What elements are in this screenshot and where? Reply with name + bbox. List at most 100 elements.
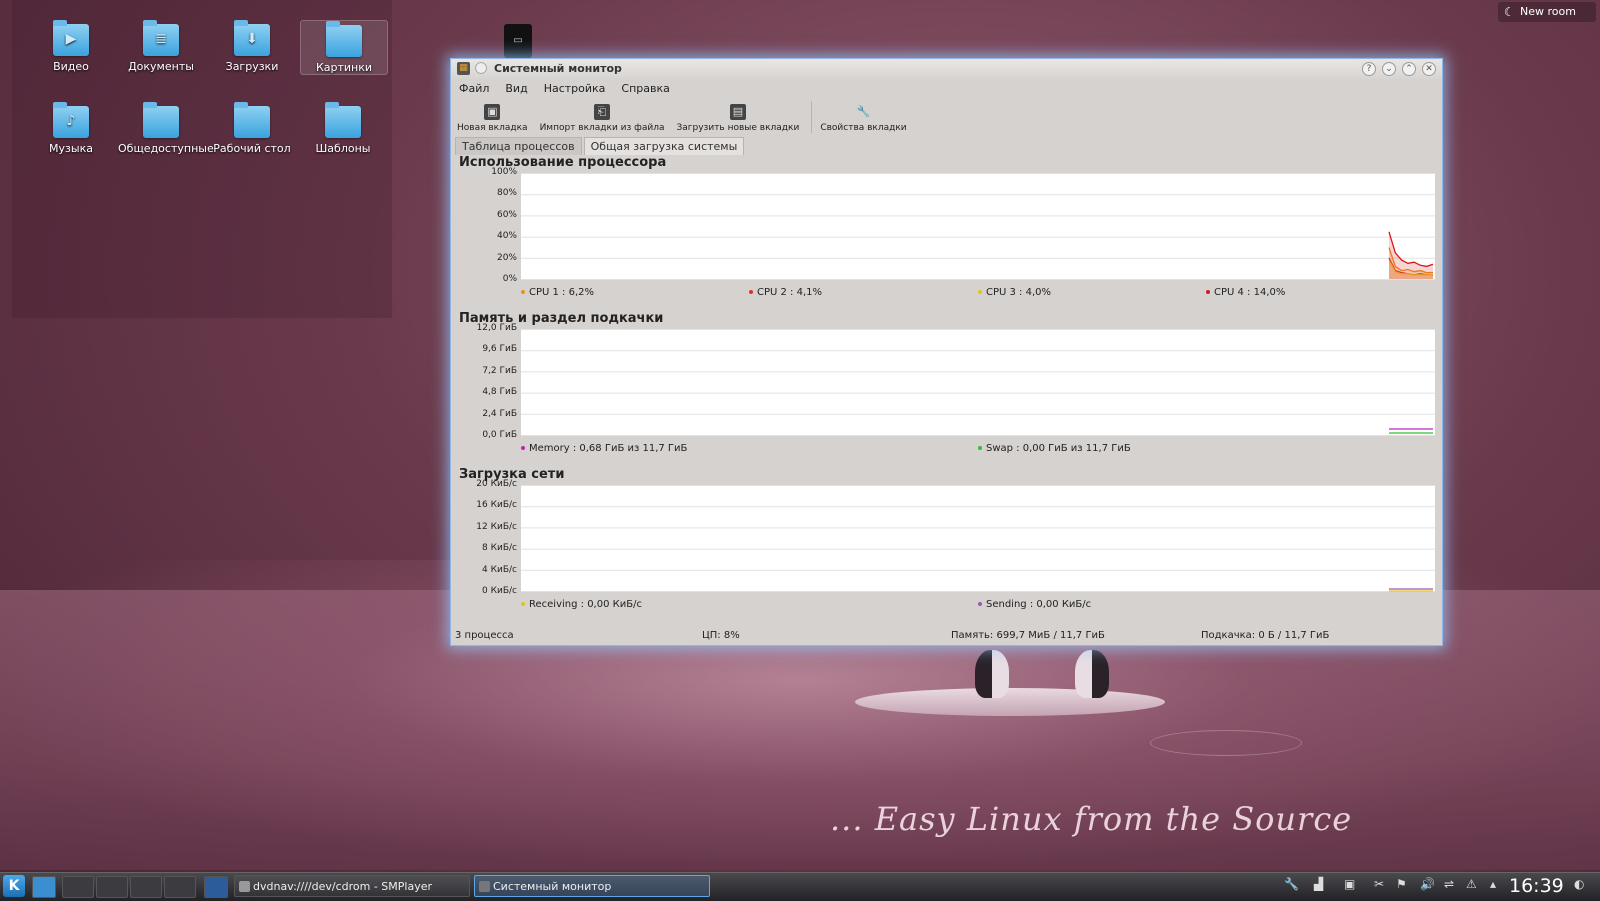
panel-toolbox-icon[interactable]: ◐ xyxy=(1574,877,1584,891)
memory-legend: Memory : 0,68 ГиБ из 11,7 ГиБ Swap : 0,0… xyxy=(521,443,1435,457)
tab-process-table[interactable]: Таблица процессов xyxy=(455,137,582,155)
import-tab-label: Импорт вкладки из файла xyxy=(539,123,665,133)
y-tick-label: 12 КиБ/с xyxy=(476,521,517,532)
application-launcher-button[interactable]: K xyxy=(3,875,25,897)
desktop-icon-label: Общедоступные xyxy=(118,142,214,155)
legend-cpu3: CPU 3 : 4,0% xyxy=(978,287,1051,298)
cpu-chart xyxy=(521,173,1435,280)
desktop-icon-1[interactable]: ▶ Видео xyxy=(28,20,114,73)
maximize-button[interactable]: ⌃ xyxy=(1402,62,1416,76)
cpu-legend: CPU 1 : 6,2% CPU 2 : 4,1% CPU 3 : 4,0% C… xyxy=(521,287,1435,301)
menu-settings[interactable]: Настройка xyxy=(544,82,606,95)
desktop-icon-4[interactable]: Картинки xyxy=(300,20,388,75)
minimize-button[interactable]: ⌄ xyxy=(1382,62,1396,76)
desktop-icon-5[interactable]: ♪ Музыка xyxy=(28,102,114,155)
download-tabs-button[interactable]: ▤ Загрузить новые вкладки xyxy=(677,104,799,135)
tab-properties-label: Свойства вкладки xyxy=(820,123,907,133)
desktop-icon-6[interactable]: Общедоступные xyxy=(118,102,214,155)
folder-icon xyxy=(234,102,270,138)
legend-memory: Memory : 0,68 ГиБ из 11,7 ГиБ xyxy=(521,443,687,454)
wallpaper-penguin xyxy=(1075,650,1109,698)
activity-name: New room xyxy=(1520,5,1576,18)
activity-switcher[interactable]: ☾ New room xyxy=(1498,2,1596,22)
task-system-monitor-label: Системный монитор xyxy=(493,880,612,893)
wallpaper-ripple xyxy=(1150,730,1302,756)
desktop-icon-2[interactable]: ≣ Документы xyxy=(118,20,204,73)
new-tab-icon: ▣ xyxy=(484,104,501,120)
volume-icon[interactable]: 🔊 xyxy=(1420,877,1435,891)
cpu2-dot xyxy=(749,290,753,294)
folder-icon xyxy=(143,102,179,138)
status-bar: 3 процесса ЦП: 8% Память: 699,7 МиБ / 11… xyxy=(451,627,1442,645)
menu-file[interactable]: Файл xyxy=(459,82,489,95)
clipboard-tray-icon[interactable]: ✂ xyxy=(1374,877,1384,891)
task-smplayer[interactable]: dvdnav:////dev/cdrom - SMPlayer xyxy=(234,875,470,897)
status-swap: Подкачка: 0 Б / 11,7 ГиБ xyxy=(1201,630,1330,641)
legend-swap: Swap : 0,00 ГиБ из 11,7 ГиБ xyxy=(978,443,1131,454)
tab-system-load[interactable]: Общая загрузка системы xyxy=(583,137,745,155)
y-tick-label: 100% xyxy=(491,167,517,177)
y-tick-label: 7,2 ГиБ xyxy=(482,365,517,376)
app-icon[interactable]: ▦ xyxy=(457,62,470,75)
tab-properties-button[interactable]: 🔧 Свойства вкладки xyxy=(820,104,906,135)
desktop-icon-7[interactable]: Рабочий стол xyxy=(209,102,295,155)
tools-tray-icon[interactable]: 🔧 xyxy=(1284,877,1299,891)
menu-view[interactable]: Вид xyxy=(505,82,527,95)
desktop-icon-label: Шаблоны xyxy=(315,142,371,155)
desktop-icon-label: Музыка xyxy=(49,142,93,155)
network-plot xyxy=(521,485,1435,592)
status-processes: 3 процесса xyxy=(455,630,514,641)
desktop-widget-handle[interactable]: ▭ xyxy=(504,24,532,58)
series-area-cpu4 xyxy=(1389,231,1433,279)
status-cpu: ЦП: 8% xyxy=(702,630,740,641)
help-button[interactable]: ? xyxy=(1362,62,1376,76)
file-manager-icon[interactable] xyxy=(32,876,56,898)
y-tick-label: 16 КиБ/с xyxy=(476,500,517,511)
network-section-title: Загрузка сети xyxy=(459,467,565,482)
y-tick-label: 40% xyxy=(496,231,517,242)
system-monitor-icon xyxy=(479,881,490,892)
wallpaper-penguin xyxy=(975,650,1009,698)
notifications-icon[interactable]: ⚠ xyxy=(1466,877,1477,891)
pager-desktop-2[interactable] xyxy=(96,876,128,898)
y-tick-label: 20 КиБ/с xyxy=(476,479,517,489)
y-tick-label: 2,4 ГиБ xyxy=(482,408,517,419)
window-title: Системный монитор xyxy=(494,62,622,75)
cpu4-dot xyxy=(1206,290,1210,294)
smplayer-icon xyxy=(239,881,250,892)
memory-plot xyxy=(521,329,1435,436)
desktop-icon-3[interactable]: ⬇ Загрузки xyxy=(209,20,295,73)
removable-device-tray-icon[interactable]: ▣ xyxy=(1344,877,1355,891)
network-icon[interactable]: ⇌ xyxy=(1444,877,1454,891)
task-system-monitor[interactable]: Системный монитор xyxy=(474,875,710,897)
network-legend: Receiving : 0,00 КиБ/с Sending : 0,00 Ки… xyxy=(521,599,1435,613)
pin-icon[interactable] xyxy=(475,62,487,74)
clock[interactable]: 16:39 xyxy=(1509,875,1564,897)
network-chart xyxy=(521,485,1435,592)
cpu1-dot xyxy=(521,290,525,294)
desktop-icon-8[interactable]: Шаблоны xyxy=(300,102,386,155)
desktop-icon-label: Рабочий стол xyxy=(213,142,291,155)
network-monitor-tray-icon[interactable]: ▟ xyxy=(1314,877,1323,891)
show-desktop-icon[interactable] xyxy=(204,876,228,898)
y-tick-label: 4 КиБ/с xyxy=(482,564,517,575)
close-button[interactable]: ✕ xyxy=(1422,62,1436,76)
receiving-dot xyxy=(521,602,525,606)
menu-bar: Файл Вид Настройка Справка xyxy=(451,79,1442,97)
menu-help[interactable]: Справка xyxy=(621,82,669,95)
sending-dot xyxy=(978,602,982,606)
new-tab-button[interactable]: ▣ Новая вкладка xyxy=(457,104,528,135)
import-tab-button[interactable]: ⎗ Импорт вкладки из файла xyxy=(540,104,665,135)
window-titlebar[interactable]: ▦ Системный монитор ? ⌄ ⌃ ✕ xyxy=(451,59,1442,79)
wrench-icon: 🔧 xyxy=(856,105,871,118)
legend-cpu4: CPU 4 : 14,0% xyxy=(1206,287,1285,298)
expand-tray-icon[interactable]: ▴ xyxy=(1490,877,1496,891)
swap-dot xyxy=(978,446,982,450)
folder-icon: ≣ xyxy=(143,20,179,56)
pager-desktop-1[interactable] xyxy=(62,876,94,898)
y-tick-label: 12,0 ГиБ xyxy=(476,323,517,333)
pager-desktop-3[interactable] xyxy=(130,876,162,898)
keyboard-layout-flag-icon[interactable]: ⚑ xyxy=(1396,877,1407,891)
pager-desktop-4[interactable] xyxy=(164,876,196,898)
cpu-section: Использование процессора CPU 1 : 6,2% CP… xyxy=(459,155,1435,305)
